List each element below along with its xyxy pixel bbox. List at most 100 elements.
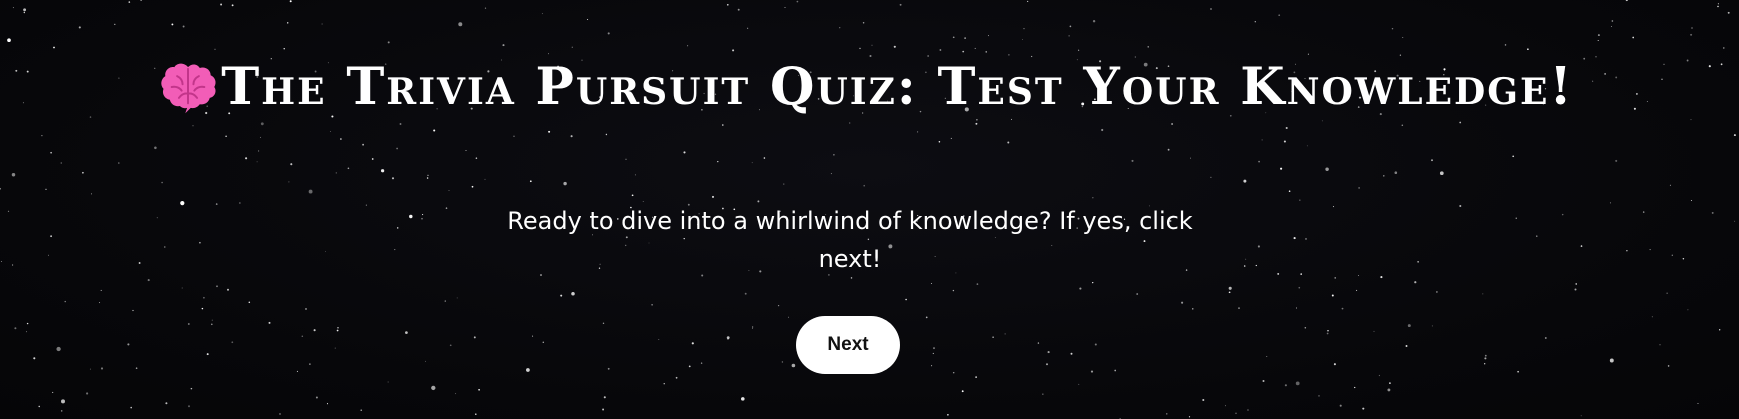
- star: [256, 161, 258, 163]
- star: [1254, 21, 1256, 23]
- star: [421, 217, 423, 220]
- star: [570, 135, 573, 138]
- star: [313, 329, 316, 332]
- star: [147, 279, 150, 282]
- star: [964, 37, 966, 39]
- star: [325, 251, 326, 252]
- star: [687, 45, 689, 47]
- star: [939, 49, 942, 51]
- star: [188, 405, 190, 408]
- star: [1407, 324, 1411, 328]
- star: [1484, 354, 1487, 357]
- star: [387, 381, 389, 383]
- star: [1341, 307, 1344, 310]
- star: [1090, 370, 1094, 373]
- star: [1651, 316, 1653, 318]
- star: [335, 172, 337, 174]
- star: [1611, 25, 1613, 27]
- star: [1077, 49, 1080, 51]
- star: [763, 157, 766, 159]
- star: [747, 27, 749, 29]
- star: [722, 124, 724, 126]
- next-button[interactable]: Next: [796, 316, 900, 374]
- star: [7, 38, 11, 43]
- star: [700, 362, 703, 364]
- star: [688, 365, 691, 368]
- star: [180, 201, 185, 206]
- star: [1296, 307, 1297, 309]
- star: [602, 322, 605, 324]
- star: [1228, 291, 1231, 294]
- star: [1258, 160, 1260, 163]
- star: [365, 204, 367, 206]
- star: [1378, 374, 1380, 377]
- star: [89, 368, 91, 370]
- star: [181, 287, 183, 289]
- star: [475, 157, 478, 159]
- star: [1092, 20, 1096, 23]
- star: [727, 338, 729, 340]
- star: [231, 4, 234, 7]
- star: [1711, 211, 1714, 214]
- star: [7, 210, 10, 212]
- star: [791, 363, 796, 368]
- star: [296, 370, 298, 372]
- star: [1283, 140, 1286, 143]
- star: [1068, 35, 1070, 37]
- star: [992, 336, 994, 338]
- star: [796, 0, 799, 3]
- star: [1380, 276, 1383, 279]
- star: [899, 3, 902, 6]
- star: [625, 158, 627, 160]
- star: [465, 150, 467, 152]
- star: [1261, 139, 1263, 141]
- star: [431, 385, 436, 391]
- star: [471, 185, 474, 188]
- star: [360, 409, 362, 411]
- star: [1181, 301, 1184, 304]
- star: [1027, 0, 1029, 2]
- star: [26, 322, 29, 325]
- star: [268, 321, 271, 324]
- star: [781, 361, 784, 363]
- star: [777, 304, 780, 307]
- star: [987, 35, 990, 37]
- star: [425, 360, 426, 362]
- star: [86, 392, 89, 395]
- star: [1078, 383, 1080, 385]
- star: [871, 44, 873, 46]
- star: [289, 0, 292, 3]
- star: [484, 178, 486, 180]
- star: [1202, 398, 1205, 402]
- star: [396, 147, 398, 150]
- star: [930, 283, 932, 284]
- star: [1482, 293, 1484, 295]
- star: [334, 347, 336, 349]
- star: [607, 32, 610, 35]
- star: [1733, 134, 1736, 137]
- star: [1114, 369, 1117, 372]
- star: [132, 309, 134, 312]
- star: [1262, 379, 1265, 383]
- star: [1690, 33, 1693, 36]
- star: [663, 383, 665, 385]
- star: [1007, 141, 1010, 144]
- star: [78, 26, 81, 29]
- star: [478, 388, 480, 391]
- star: [1358, 187, 1360, 189]
- star: [399, 123, 402, 125]
- star: [925, 316, 928, 319]
- star: [602, 408, 605, 411]
- star: [1512, 155, 1515, 158]
- title-row: The Trivia Pursuit Quiz: Test Your Knowl…: [0, 52, 1739, 122]
- star: [1288, 190, 1291, 192]
- star: [1580, 415, 1582, 417]
- star: [258, 150, 260, 152]
- star: [952, 289, 955, 292]
- star: [26, 331, 27, 333]
- star: [154, 146, 157, 150]
- star: [161, 181, 163, 184]
- star: [607, 367, 610, 370]
- star: [211, 323, 213, 326]
- star: [64, 300, 66, 303]
